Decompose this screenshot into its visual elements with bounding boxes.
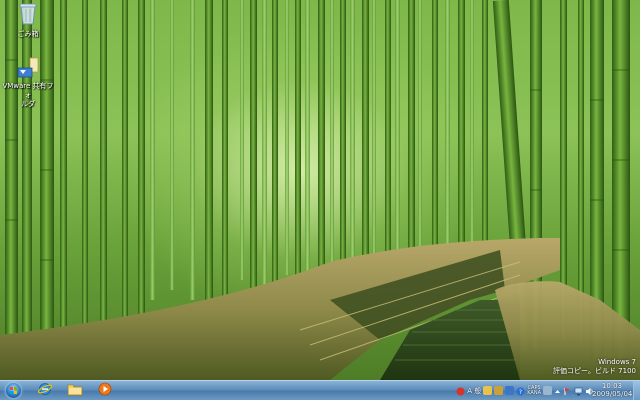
ime-mode-indicator[interactable]: A 般	[467, 387, 481, 395]
ime-pad-icon[interactable]	[505, 386, 515, 395]
recycle-bin-icon	[0, 2, 56, 29]
network-icon[interactable]	[574, 381, 583, 400]
watermark-build: 評価コピー。ビルド 7100	[553, 367, 636, 375]
ime-dictionary-icon[interactable]	[483, 386, 493, 395]
windows-start-orb-icon	[5, 383, 21, 398]
caps-kana-indicator: CAPS KANA	[527, 385, 541, 396]
ime-tools-icon[interactable]	[494, 386, 504, 395]
vmware-shared-folder-label-2: ルダ	[21, 100, 35, 108]
notification-area: A 般 ? CAPS KANA	[456, 382, 594, 399]
media-player-icon	[98, 381, 112, 400]
ime-language-icon[interactable]	[456, 381, 465, 400]
clock-date: 2009/05/04	[592, 390, 633, 398]
kana-label: KANA	[527, 389, 541, 396]
show-desktop-button[interactable]	[633, 381, 640, 400]
ime-options-icon[interactable]	[543, 386, 552, 395]
watermark-title: Windows 7	[598, 358, 636, 366]
help-icon[interactable]: ?	[516, 381, 525, 400]
recycle-bin-shortcut[interactable]: ごみ箱	[0, 2, 56, 39]
vmware-shared-folder-shortcut[interactable]: VMware 共有フォ ルダ	[0, 56, 56, 109]
taskbar-pin-internet-explorer[interactable]	[32, 382, 58, 399]
start-button[interactable]	[2, 381, 24, 400]
taskbar-pin-media-player[interactable]	[92, 382, 118, 399]
folder-icon	[67, 381, 83, 400]
taskbar-pin-windows-explorer[interactable]	[62, 382, 88, 399]
taskbar-clock[interactable]: 10:03 2009/05/04	[592, 382, 632, 398]
recycle-bin-label: ごみ箱	[17, 30, 39, 38]
vmware-shared-folder-label-1: VMware 共有フォ	[2, 82, 54, 99]
bamboo-forest-image	[0, 0, 640, 380]
desktop-wallpaper	[0, 0, 640, 380]
show-hidden-icons-arrow-icon[interactable]	[554, 381, 561, 400]
clock-time: 10:03	[601, 382, 623, 390]
shared-folder-icon	[0, 56, 56, 81]
action-center-flag-icon[interactable]	[563, 381, 572, 400]
svg-text:?: ?	[519, 389, 522, 396]
ie-icon	[37, 381, 53, 400]
taskbar: A 般 ? CAPS KANA 10:03 2009/05/04	[0, 380, 640, 400]
windows-evaluation-watermark: Windows 7 評価コピー。ビルド 7100	[553, 358, 636, 376]
